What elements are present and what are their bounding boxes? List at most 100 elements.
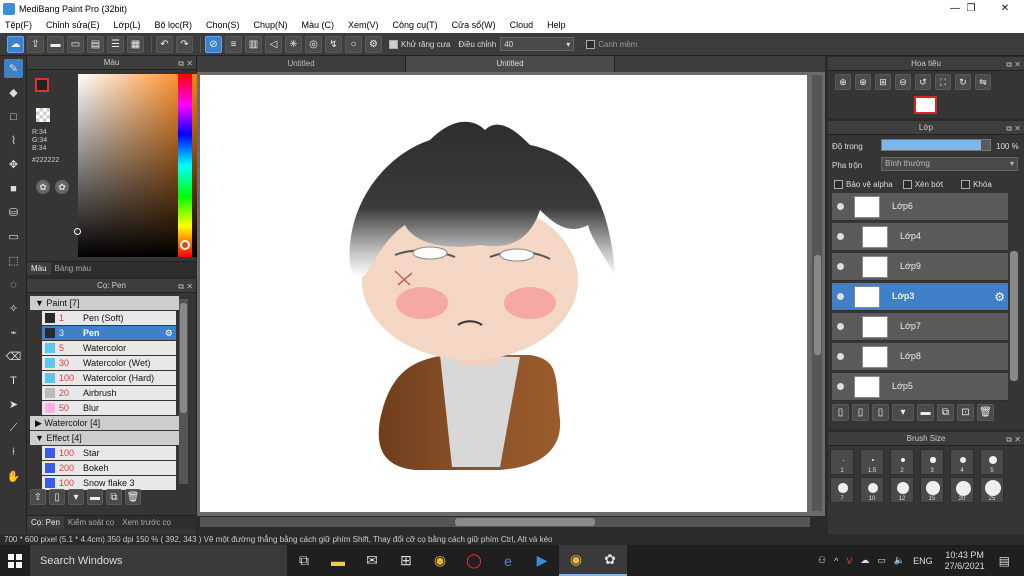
- fill-rect-tool-icon[interactable]: ■: [4, 179, 23, 198]
- store-icon[interactable]: ⊞: [389, 545, 423, 576]
- undo-icon[interactable]: ↶: [156, 35, 173, 53]
- brush-size-option[interactable]: 15: [920, 477, 944, 503]
- menu-tools[interactable]: Công cụ(T): [393, 20, 438, 30]
- new-halftone-layer-icon[interactable]: ▯: [852, 404, 869, 421]
- comment-icon[interactable]: ▬: [47, 35, 64, 53]
- text-tool-icon[interactable]: T: [4, 371, 23, 390]
- snap-settings-icon[interactable]: ⚙: [365, 35, 382, 53]
- snap-circle-icon[interactable]: ◎: [305, 35, 322, 53]
- brush-item-star[interactable]: 100 Star: [42, 446, 176, 460]
- layer-row[interactable]: Lớp3 ⚙: [832, 283, 1008, 311]
- mail-icon[interactable]: ✉: [355, 545, 389, 576]
- chrome-icon[interactable]: ◉: [423, 545, 457, 576]
- brush-item-bokeh[interactable]: 200 Bokeh: [42, 461, 176, 475]
- menu-layer[interactable]: Lớp(L): [114, 20, 141, 30]
- taskbar-search[interactable]: Search Windows: [30, 545, 287, 576]
- gear-icon[interactable]: ⚙: [165, 326, 173, 340]
- popout-icon[interactable]: ⧉: [1006, 58, 1012, 72]
- menu-file[interactable]: Tệp(F): [5, 20, 32, 30]
- brush-size-option[interactable]: 2: [890, 449, 914, 475]
- tray-expand-icon[interactable]: ^: [834, 556, 838, 566]
- brush-size-option[interactable]: 1.5: [860, 449, 884, 475]
- brush-size-option[interactable]: 3: [920, 449, 944, 475]
- clipping-checkbox[interactable]: [902, 180, 912, 189]
- eye-icon[interactable]: [837, 353, 844, 360]
- fullscreen-icon[interactable]: ⛶: [935, 74, 951, 90]
- popout-icon[interactable]: ⧉: [178, 280, 184, 294]
- task-view-icon[interactable]: ⧉: [287, 545, 321, 576]
- tab-document-1[interactable]: Untitled: [197, 56, 406, 72]
- popout-icon[interactable]: ⧉: [1006, 122, 1012, 136]
- brush-item-watercolor[interactable]: 5 Watercolor: [42, 341, 176, 355]
- page-icon[interactable]: ▤: [87, 35, 104, 53]
- new-brush-icon[interactable]: ▯: [49, 489, 65, 505]
- brush-tool-icon[interactable]: ✎: [4, 59, 23, 78]
- hand-tool-icon[interactable]: ✋: [4, 467, 23, 486]
- brush-item-blur[interactable]: 50 Blur: [42, 401, 176, 415]
- tab-brush-control[interactable]: Kiểm soát cọ: [64, 516, 118, 529]
- eye-icon[interactable]: [837, 323, 844, 330]
- tab-palette[interactable]: Bảng màu: [51, 262, 95, 275]
- canvas[interactable]: [200, 75, 807, 512]
- canvas-horizontal-scroll-thumb[interactable]: [455, 518, 595, 526]
- correction-select[interactable]: 40 ▾: [500, 37, 575, 51]
- snap-off-icon[interactable]: ⊘: [205, 35, 222, 53]
- clock[interactable]: 10:43 PM 27/6/2021: [945, 550, 985, 572]
- bucket-tool-icon[interactable]: ⛁: [4, 203, 23, 222]
- navigator-preview[interactable]: [914, 96, 937, 114]
- file-explorer-icon[interactable]: ▬: [321, 545, 355, 576]
- menu-view[interactable]: Xem(V): [348, 20, 379, 30]
- brush-group-paint[interactable]: ▼ Paint [7]: [30, 296, 179, 310]
- sv-cursor[interactable]: [74, 228, 81, 235]
- transparent-color-swatch[interactable]: [36, 108, 50, 122]
- brush-group-effect[interactable]: ▼ Effect [4]: [30, 431, 179, 445]
- menu-select[interactable]: Chọn(S): [206, 20, 240, 30]
- snap-parallel-icon[interactable]: ≡: [225, 35, 242, 53]
- move-tool-icon[interactable]: ✥: [4, 155, 23, 174]
- rectangle-tool-icon[interactable]: □: [4, 107, 23, 126]
- cloud-tray-icon[interactable]: ☁: [860, 555, 869, 566]
- menu-filter[interactable]: Bộ lọc(R): [154, 20, 192, 30]
- eraser-tool-icon[interactable]: ◆: [4, 83, 23, 102]
- blend-select[interactable]: Bình thường ▾: [881, 157, 1018, 171]
- brush-size-option[interactable]: 1: [830, 449, 854, 475]
- language-indicator[interactable]: ENG: [913, 556, 933, 566]
- zoom-out-icon[interactable]: ⊖: [895, 74, 911, 90]
- close-icon[interactable]: ✕: [1014, 58, 1021, 72]
- hue-slider[interactable]: [178, 74, 192, 257]
- lasso-tool-icon[interactable]: ◌: [4, 275, 23, 294]
- page-grid-icon[interactable]: ▦: [127, 35, 144, 53]
- canvas-vertical-scroll-thumb[interactable]: [814, 255, 821, 355]
- brush-size-option[interactable]: 12: [890, 477, 914, 503]
- brush-item-watercolor-wet[interactable]: 30 Watercolor (Wet): [42, 356, 176, 370]
- duplicate-icon[interactable]: ⧉: [106, 489, 122, 505]
- volume-icon[interactable]: 🔈: [894, 555, 905, 566]
- comment-edit-icon[interactable]: ▭: [67, 35, 84, 53]
- close-icon[interactable]: ✕: [186, 57, 193, 71]
- antialias-checkbox[interactable]: [389, 39, 398, 49]
- layer-list-scroll-thumb[interactable]: [1010, 251, 1018, 381]
- edge-icon[interactable]: e: [491, 545, 525, 576]
- protect-alpha-checkbox[interactable]: [834, 180, 843, 189]
- brush-cloud-icon[interactable]: ⇧: [30, 489, 46, 505]
- snap-grid-icon[interactable]: ▥: [245, 35, 262, 53]
- maximize-button[interactable]: ❐: [954, 0, 988, 17]
- add-layer-menu-icon[interactable]: ▾: [892, 404, 914, 421]
- tab-brush-preview[interactable]: Xem trước cọ: [118, 516, 175, 529]
- layer-row[interactable]: Lớp8: [832, 343, 1008, 371]
- folder-icon[interactable]: ▬: [87, 489, 103, 505]
- notification-icon[interactable]: ▤: [999, 554, 1010, 568]
- menu-edit[interactable]: Chỉnh sửa(E): [46, 20, 100, 30]
- tab-color[interactable]: Màu: [27, 262, 51, 275]
- layer-row[interactable]: Lớp6: [832, 193, 1008, 221]
- windows-start-icon[interactable]: [0, 545, 30, 576]
- people-icon[interactable]: ⚇: [818, 555, 826, 566]
- brush-size-option[interactable]: 7: [830, 477, 854, 503]
- zoom-in-icon[interactable]: ⊕: [835, 74, 851, 90]
- brush-size-option[interactable]: 5: [980, 449, 1004, 475]
- merge-layer-icon[interactable]: ⊡: [957, 404, 974, 421]
- network-icon[interactable]: ▭: [877, 555, 886, 566]
- menu-window[interactable]: Cửa sổ(W): [452, 20, 496, 30]
- menu-help[interactable]: Help: [547, 20, 566, 30]
- close-icon[interactable]: ✕: [186, 280, 193, 294]
